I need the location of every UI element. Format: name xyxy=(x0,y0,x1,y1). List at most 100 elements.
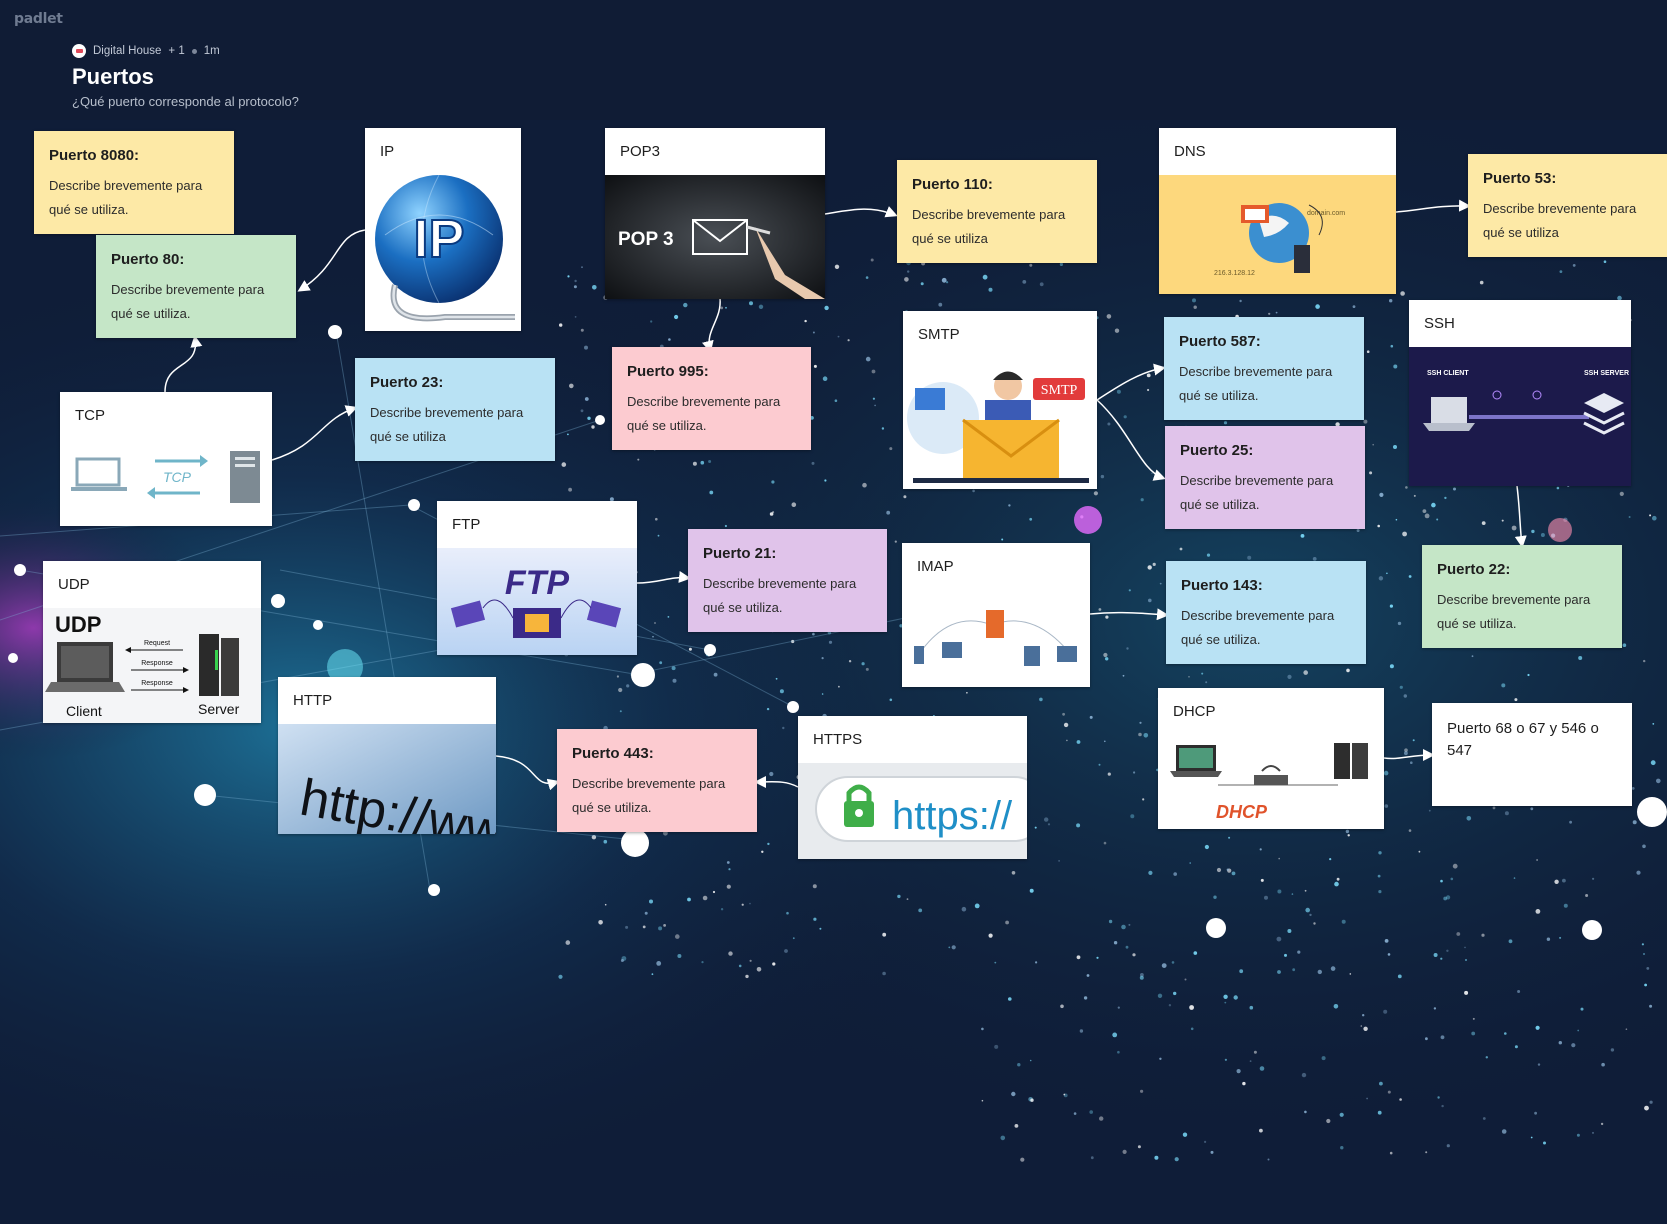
author-name[interactable]: Digital House xyxy=(93,45,161,57)
ssh-server-text: SSH SERVER xyxy=(1584,370,1629,377)
ssh-client-text: SSH CLIENT xyxy=(1427,370,1469,377)
board-meta: Digital House + 1 1m xyxy=(72,44,299,58)
udp-image: UDP Request Response Response Client Ser… xyxy=(43,608,261,723)
udp-response-text-2: Response xyxy=(141,680,173,687)
card-title: UDP xyxy=(43,561,261,608)
note-body: Describe brevemente para qué se utiliza xyxy=(1483,201,1637,240)
note-puerto-587[interactable]: Puerto 587: Describe brevemente para qué… xyxy=(1164,317,1364,420)
card-ssh[interactable]: SSH SSH CLIENT SSH SERVER xyxy=(1409,300,1631,486)
note-title: Puerto 23: xyxy=(370,374,444,391)
card-title: SMTP xyxy=(903,311,1097,358)
card-title: SSH xyxy=(1409,300,1631,347)
ftp-image: FTP xyxy=(437,548,637,655)
card-dhcp[interactable]: DHCP DHCP xyxy=(1158,688,1384,829)
note-title: Puerto 143: xyxy=(1181,577,1263,594)
smtp-image-label: SMTP xyxy=(1041,383,1078,398)
card-title: POP3 xyxy=(605,128,825,175)
pop3-image-label: POP 3 xyxy=(618,229,674,250)
note-puerto-110[interactable]: Puerto 110: Describe brevemente para qué… xyxy=(897,160,1097,263)
https-image-label: https:// xyxy=(892,794,1013,838)
author-avatar[interactable] xyxy=(72,44,86,58)
card-title: IMAP xyxy=(902,543,1090,590)
board-subtitle: ¿Qué puerto corresponde al protocolo? xyxy=(72,94,299,109)
card-imap[interactable]: IMAP xyxy=(902,543,1090,687)
padlet-logo[interactable]: padlet xyxy=(14,11,63,27)
note-body: Describe brevemente para qué se utiliza. xyxy=(627,394,781,433)
note-body: Describe brevemente para qué se utiliza. xyxy=(1180,473,1334,512)
contributors-count[interactable]: + 1 xyxy=(168,45,184,57)
tcp-image-label: TCP xyxy=(163,469,192,485)
note-body: Describe brevemente para qué se utiliza. xyxy=(111,282,265,321)
smtp-image: SMTP xyxy=(903,358,1097,489)
card-title: DNS xyxy=(1159,128,1396,175)
udp-request-text: Request xyxy=(144,640,170,647)
card-title: FTP xyxy=(437,501,637,548)
udp-response-text: Response xyxy=(141,660,173,667)
card-ftp[interactable]: FTP FTP xyxy=(437,501,637,655)
note-puerto-443[interactable]: Puerto 443: Describe brevemente para qué… xyxy=(557,729,757,832)
note-puerto-25[interactable]: Puerto 25: Describe brevemente para qué … xyxy=(1165,426,1365,529)
note-puerto-143[interactable]: Puerto 143: Describe brevemente para qué… xyxy=(1166,561,1366,664)
card-pop3[interactable]: POP3 POP 3 xyxy=(605,128,825,299)
card-title: HTTP xyxy=(278,677,496,724)
imap-image xyxy=(902,590,1090,687)
card-https[interactable]: HTTPS https:// xyxy=(798,716,1027,859)
note-body: Describe brevemente para qué se utiliza xyxy=(912,207,1066,246)
udp-client-text: Client xyxy=(66,703,102,719)
board-header: Digital House + 1 1m Puertos ¿Qué puerto… xyxy=(72,44,299,109)
pop3-image: POP 3 xyxy=(605,175,825,299)
http-image: http://ww xyxy=(278,724,496,834)
card-udp[interactable]: UDP UDP Request Response Response Client… xyxy=(43,561,261,723)
note-puerto-68-67-546-547[interactable]: Puerto 68 o 67 y 546 o 547 xyxy=(1432,703,1632,806)
dhcp-image-label: DHCP xyxy=(1216,802,1268,822)
note-puerto-80[interactable]: Puerto 80: Describe brevemente para qué … xyxy=(96,235,296,338)
note-title: Puerto 25: xyxy=(1180,442,1254,459)
note-puerto-53[interactable]: Puerto 53: Describe brevemente para qué … xyxy=(1468,154,1667,257)
card-title: IP xyxy=(365,128,521,175)
card-dns[interactable]: DNS domain.com 216.3.128.12 xyxy=(1159,128,1396,294)
card-title: TCP xyxy=(60,392,272,439)
note-body: Describe brevemente para qué se utiliza. xyxy=(49,178,203,217)
note-puerto-22[interactable]: Puerto 22: Describe brevemente para qué … xyxy=(1422,545,1622,648)
last-updated: 1m xyxy=(203,45,220,57)
dns-ip-text: 216.3.128.12 xyxy=(1214,270,1255,277)
ssh-image: SSH CLIENT SSH SERVER xyxy=(1409,347,1631,486)
note-title: Puerto 443: xyxy=(572,745,654,762)
card-http[interactable]: HTTP http://ww xyxy=(278,677,496,834)
note-body: Describe brevemente para qué se utiliza. xyxy=(1179,364,1333,403)
note-title: Puerto 68 o 67 y 546 o 547 xyxy=(1447,720,1599,759)
note-puerto-23[interactable]: Puerto 23: Describe brevemente para qué … xyxy=(355,358,555,461)
note-title: Puerto 21: xyxy=(703,545,777,562)
card-title: DHCP xyxy=(1158,688,1384,735)
note-title: Puerto 53: xyxy=(1483,170,1557,187)
udp-image-label: UDP xyxy=(55,612,101,637)
tcp-image: TCP xyxy=(60,439,272,526)
note-body: Describe brevemente para qué se utiliza xyxy=(370,405,524,444)
card-title: HTTPS xyxy=(798,716,1027,763)
note-body: Describe brevemente para qué se utiliza. xyxy=(1181,608,1335,647)
card-smtp[interactable]: SMTP SMTP xyxy=(903,311,1097,489)
note-body: Describe brevemente para qué se utiliza. xyxy=(572,776,726,815)
udp-server-text: Server xyxy=(198,701,240,717)
dns-domain-text: domain.com xyxy=(1307,210,1345,217)
note-title: Puerto 110: xyxy=(912,176,993,193)
dhcp-image: DHCP xyxy=(1158,735,1384,829)
note-title: Puerto 587: xyxy=(1179,333,1261,350)
note-puerto-995[interactable]: Puerto 995: Describe brevemente para qué… xyxy=(612,347,811,450)
note-puerto-8080[interactable]: Puerto 8080: Describe brevemente para qu… xyxy=(34,131,234,234)
card-tcp[interactable]: TCP TCP xyxy=(60,392,272,526)
board-title: Puertos xyxy=(72,64,154,89)
note-title: Puerto 8080: xyxy=(49,147,140,164)
note-body: Describe brevemente para qué se utiliza. xyxy=(1437,592,1591,631)
note-title: Puerto 995: xyxy=(627,363,709,380)
note-title: Puerto 22: xyxy=(1437,561,1511,578)
separator-dot xyxy=(191,48,197,54)
dns-image: domain.com 216.3.128.12 xyxy=(1159,175,1396,294)
note-puerto-21[interactable]: Puerto 21: Describe brevemente para qué … xyxy=(688,529,887,632)
ip-image-label: IP xyxy=(413,209,464,269)
note-title: Puerto 80: xyxy=(111,251,185,268)
card-ip[interactable]: IP IP xyxy=(365,128,521,331)
https-image: https:// xyxy=(798,763,1027,859)
note-body: Describe brevemente para qué se utiliza. xyxy=(703,576,857,615)
ip-globe-image: IP xyxy=(375,175,515,322)
